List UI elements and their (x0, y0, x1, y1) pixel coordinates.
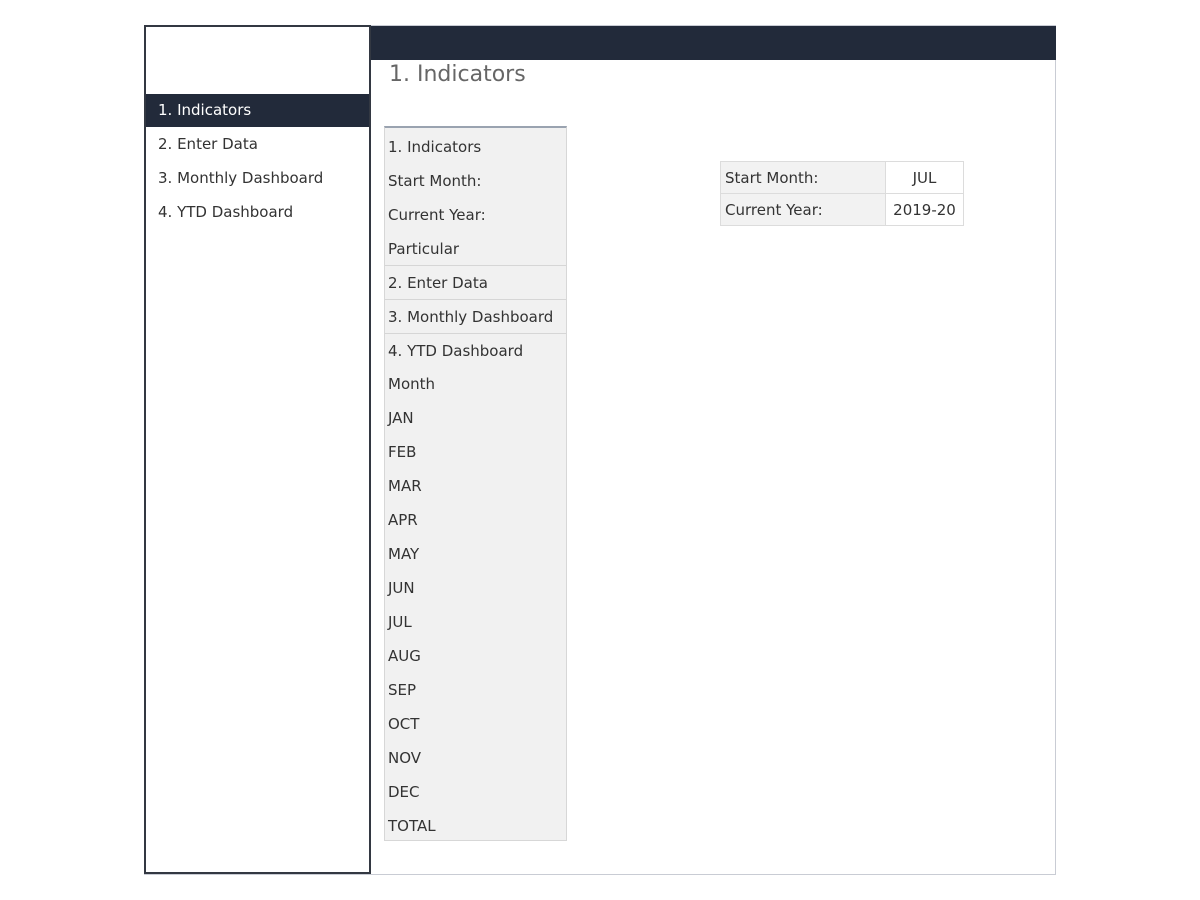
settings-table: Start Month: JUL Current Year: 2019-20 (720, 161, 964, 226)
list-item: JUL (388, 613, 412, 631)
sidebar-item-ytd-dashboard[interactable]: 4. YTD Dashboard (146, 196, 369, 229)
start-month-value[interactable]: JUL (885, 161, 964, 194)
list-item: TOTAL (388, 817, 436, 835)
current-year-value[interactable]: 2019-20 (885, 193, 964, 226)
list-item: MAR (388, 477, 422, 495)
sidebar-item-monthly-dashboard[interactable]: 3. Monthly Dashboard (146, 162, 369, 195)
list-item: MAY (388, 545, 420, 563)
list-item: APR (388, 511, 418, 529)
page-title: 1. Indicators (389, 62, 526, 87)
list-item: AUG (388, 647, 421, 665)
list-item: NOV (388, 749, 422, 767)
list-item: OCT (388, 715, 420, 733)
list-item: Particular (388, 240, 460, 258)
current-year-row: Current Year: 2019-20 (720, 193, 964, 226)
list-item: JUN (388, 579, 415, 597)
list-item: FEB (388, 443, 417, 461)
list-item: DEC (388, 783, 420, 801)
list-item: 1. Indicators (388, 138, 482, 156)
list-item: JAN (388, 409, 414, 427)
list-item: 2. Enter Data (385, 265, 566, 298)
header-bar (371, 26, 1056, 60)
list-item: Month (388, 375, 436, 393)
list-item: 4. YTD Dashboard (385, 333, 566, 366)
list-item: Start Month: (388, 172, 482, 190)
start-month-label: Start Month: (720, 161, 886, 194)
start-month-row: Start Month: JUL (720, 161, 964, 194)
sidebar: 1. Indicators 2. Enter Data 3. Monthly D… (144, 25, 371, 874)
current-year-label: Current Year: (720, 193, 886, 226)
list-item: Current Year: (388, 206, 486, 224)
list-item: SEP (388, 681, 417, 699)
indicator-list-panel: 1. Indicators Start Month: Current Year:… (384, 126, 567, 841)
sidebar-item-enter-data[interactable]: 2. Enter Data (146, 128, 369, 161)
list-item: 3. Monthly Dashboard (385, 299, 566, 332)
sidebar-item-indicators[interactable]: 1. Indicators (146, 94, 369, 127)
